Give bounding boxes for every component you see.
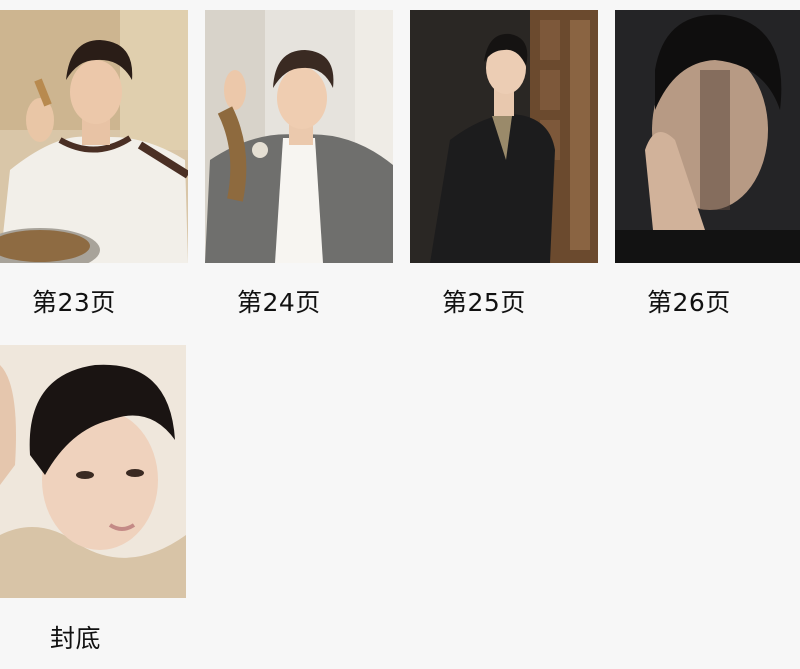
page-24-photo[interactable]	[205, 10, 393, 263]
page-label: 第25页	[442, 288, 526, 317]
page-label: 封底	[50, 624, 102, 653]
page-26-photo[interactable]	[615, 10, 800, 263]
page-25-photo[interactable]	[410, 10, 598, 263]
page-label: 第26页	[647, 288, 731, 317]
back-cover-tile[interactable]: 封底	[0, 345, 190, 665]
page-tile-26[interactable]: 第26页	[615, 0, 800, 330]
page-23-photo[interactable]	[0, 10, 188, 263]
page-tile-23[interactable]: 第23页	[0, 0, 190, 330]
back-cover-photo[interactable]	[0, 345, 186, 598]
page-tile-25[interactable]: 第25页	[410, 0, 600, 330]
page-label: 第24页	[237, 288, 321, 317]
page-thumbnail-grid: 第23页 第24页 第25页 第26页 封底	[0, 0, 800, 669]
page-tile-24[interactable]: 第24页	[205, 0, 395, 330]
page-label: 第23页	[32, 288, 116, 317]
